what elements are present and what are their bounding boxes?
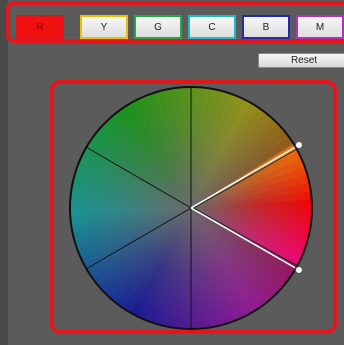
range-handle-lower-icon[interactable] — [295, 266, 303, 274]
range-handle-upper-icon[interactable] — [295, 141, 303, 149]
hue-wheel[interactable] — [0, 0, 344, 345]
